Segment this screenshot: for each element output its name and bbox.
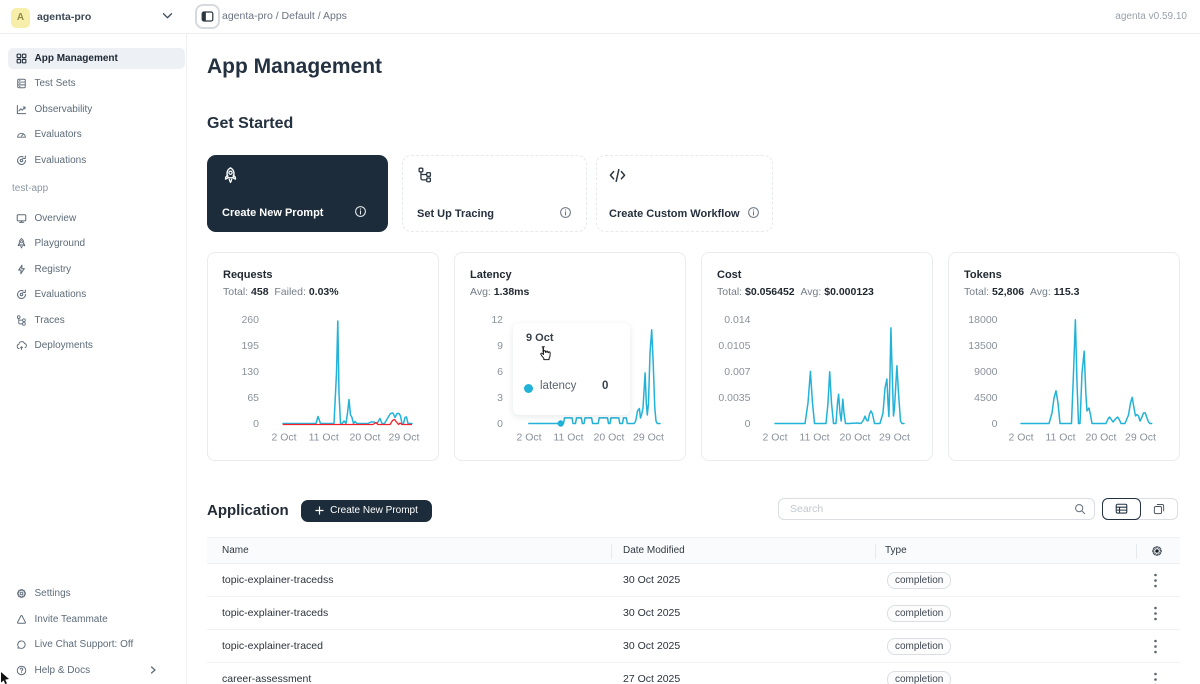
svg-text:260: 260 (241, 314, 259, 326)
svg-text:2 Oct: 2 Oct (762, 432, 787, 444)
svg-text:29 Oct: 29 Oct (633, 432, 664, 444)
svg-text:2 Oct: 2 Oct (1008, 432, 1033, 444)
svg-text:2 Oct: 2 Oct (516, 432, 541, 444)
svg-text:0: 0 (745, 418, 751, 430)
svg-text:11 Oct: 11 Oct (799, 432, 829, 444)
svg-text:0.007: 0.007 (724, 366, 750, 378)
svg-text:0: 0 (992, 418, 998, 430)
svg-text:20 Oct: 20 Oct (840, 432, 871, 444)
svg-text:4500: 4500 (974, 392, 998, 404)
svg-text:0.0105: 0.0105 (718, 340, 750, 352)
svg-text:2 Oct: 2 Oct (271, 432, 296, 444)
svg-text:18000: 18000 (968, 314, 997, 326)
svg-text:20 Oct: 20 Oct (1086, 432, 1117, 444)
svg-text:0.0035: 0.0035 (718, 392, 750, 404)
svg-text:29 Oct: 29 Oct (1125, 432, 1156, 444)
svg-text:11 Oct: 11 Oct (1045, 432, 1075, 444)
svg-text:0.014: 0.014 (724, 314, 750, 326)
svg-text:6: 6 (497, 366, 503, 378)
svg-text:20 Oct: 20 Oct (594, 432, 625, 444)
svg-text:3: 3 (497, 392, 503, 404)
svg-text:29 Oct: 29 Oct (389, 432, 420, 444)
svg-text:130: 130 (241, 366, 259, 378)
svg-text:13500: 13500 (968, 340, 997, 352)
svg-text:11 Oct: 11 Oct (553, 432, 583, 444)
svg-text:195: 195 (241, 340, 259, 352)
svg-text:12: 12 (491, 314, 503, 326)
svg-text:65: 65 (247, 392, 259, 404)
svg-text:9: 9 (497, 340, 503, 352)
svg-text:0: 0 (253, 418, 259, 430)
svg-text:20 Oct: 20 Oct (350, 432, 381, 444)
svg-text:29 Oct: 29 Oct (879, 432, 910, 444)
svg-text:9000: 9000 (974, 366, 998, 378)
svg-text:0: 0 (497, 418, 503, 430)
svg-text:11 Oct: 11 Oct (309, 432, 339, 444)
